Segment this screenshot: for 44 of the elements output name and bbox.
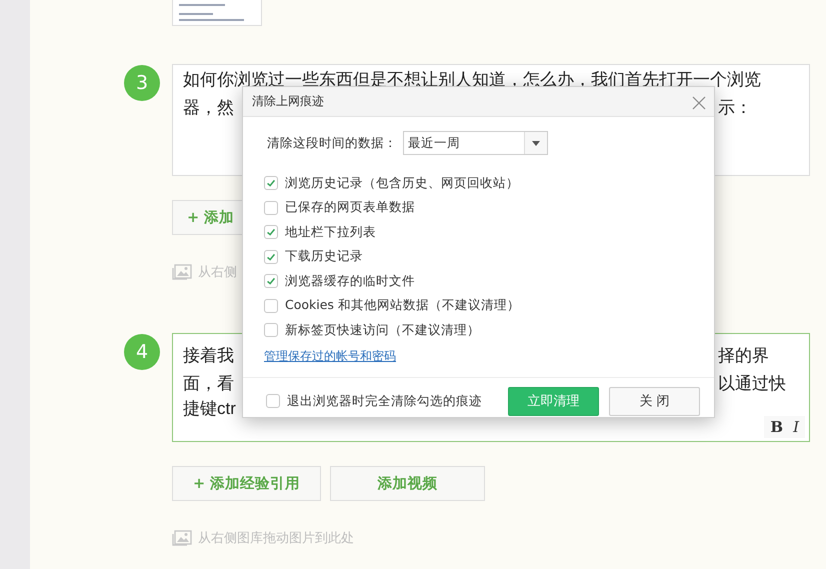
add-button[interactable]: + 添加经验引用 — [172, 466, 322, 501]
dialog-title: 清除上网痕迹 — [252, 93, 324, 110]
checkbox-label: 地址栏下拉列表 — [285, 224, 376, 241]
time-range-dropdown[interactable]: 最近一周 — [403, 131, 548, 155]
checkbox-label: 退出浏览器时完全清除勾选的痕迹 — [287, 392, 482, 410]
checkbox[interactable] — [264, 250, 278, 264]
drop-image-hint: 从右侧 — [198, 264, 237, 281]
checkbox[interactable] — [264, 298, 278, 313]
image-icon — [172, 530, 192, 546]
add-button[interactable]: + 添加 — [172, 200, 244, 235]
close-button[interactable]: 关 闭 — [609, 386, 700, 416]
image-icon — [172, 264, 192, 280]
step-text: 择的界 — [718, 345, 769, 367]
step-number: 3 — [124, 65, 160, 101]
checkbox[interactable] — [266, 394, 280, 408]
step-text: 以通过快 — [718, 373, 786, 395]
check-icon — [265, 226, 277, 238]
caret-icon — [524, 132, 547, 154]
checkbox[interactable] — [264, 225, 278, 240]
close-icon[interactable] — [692, 94, 706, 108]
bold-button[interactable]: B — [770, 418, 784, 436]
step-text: 示： — [718, 97, 752, 119]
checkbox-label: 新标签页快速访问（不建议清理） — [285, 322, 480, 339]
checkbox-label: 浏览器缓存的临时文件 — [285, 272, 415, 290]
step-text: 接着我 — [183, 345, 234, 367]
checkbox[interactable] — [264, 323, 278, 338]
checkbox-label: 已保存的网页表单数据 — [285, 199, 415, 216]
italic-button[interactable]: I — [793, 418, 799, 436]
drop-image-hint: 从右侧图库拖动图片到此处 — [198, 530, 354, 547]
step-text: 器，然 — [183, 97, 234, 119]
check-icon — [265, 177, 277, 190]
add-button[interactable]: 添加视频 — [330, 466, 486, 501]
step-number: 4 — [124, 334, 160, 370]
time-range-label: 清除这段时间的数据： — [267, 134, 397, 152]
checkbox[interactable] — [264, 274, 278, 288]
step-text: 捷键ctr — [183, 398, 236, 420]
checkbox-label: 浏览历史记录（包含历史、网页回收站） — [285, 174, 519, 192]
checkbox-label: 下载历史记录 — [285, 248, 363, 266]
step-text: 面，看 — [183, 373, 234, 395]
checkbox[interactable] — [264, 200, 278, 215]
checkbox[interactable] — [264, 176, 278, 190]
manage-passwords-link[interactable]: 管理保存过的帐号和密码 — [264, 348, 396, 364]
checkbox-label: Cookies 和其他网站数据（不建议清理） — [285, 297, 520, 314]
check-icon — [265, 275, 277, 288]
